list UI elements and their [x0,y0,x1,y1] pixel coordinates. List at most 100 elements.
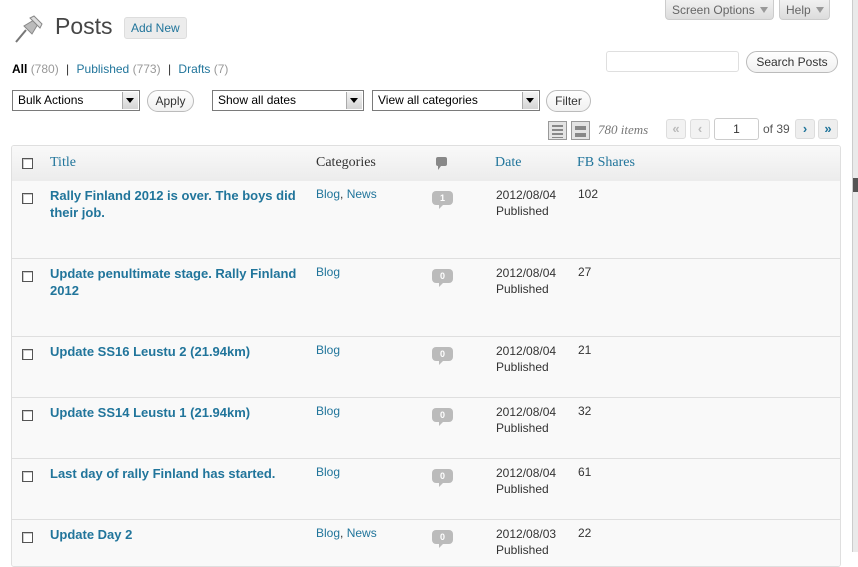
comment-count-bubble[interactable]: 0 [432,530,453,548]
post-fb-shares: 27 [578,265,592,279]
table-row: Update SS14 Leustu 1 (21.94km) Blog 0 2012/… [12,398,840,459]
posts-table: Title Categories Date FB Shares Rally Fi… [11,145,841,567]
comments-icon[interactable] [436,157,447,170]
category-separator: , [340,187,347,201]
apply-button[interactable]: Apply [147,90,194,112]
page-title: Posts [55,13,113,39]
categories-select[interactable]: View all categories [372,90,540,111]
filter-drafts[interactable]: Drafts [178,62,210,76]
post-status: Published [496,282,549,296]
table-header: Title Categories Date FB Shares [12,146,840,182]
category-link[interactable]: News [347,526,377,540]
post-date-value: 2012/08/03 [496,527,557,541]
post-categories: Blog [316,465,340,479]
categories-value: View all categories [378,93,478,107]
search-posts-button[interactable]: Search Posts [746,51,838,73]
post-title-link[interactable]: Last day of rally Finland has started. [50,465,308,482]
category-separator: , [340,526,347,540]
row-checkbox[interactable] [22,271,33,282]
category-link[interactable]: Blog [316,343,340,357]
post-fb-shares: 22 [578,526,592,540]
previous-page-button[interactable]: ‹ [690,119,710,139]
post-date: 2012/08/04 Published [496,465,556,497]
post-title-link[interactable]: Update Day 2 [50,526,308,543]
dropdown-arrow-icon [122,92,138,109]
post-title-link[interactable]: Update penultimate stage. Rally Finland … [50,265,308,299]
current-page-input[interactable]: 1 [714,118,759,140]
scrollbar-thumb[interactable] [853,178,858,192]
post-date: 2012/08/04 Published [496,265,556,297]
post-status: Published [496,543,549,557]
comment-count-bubble[interactable]: 0 [432,469,453,487]
table-row: Update SS16 Leustu 2 (21.94km) Blog 0 2012/… [12,337,840,398]
filter-drafts-count: (7) [213,62,229,76]
filter-button[interactable]: Filter [546,90,591,112]
table-row: Update Day 2 Blog, News 0 2012/08/03 Publish… [12,520,840,566]
excerpt-view-icon[interactable] [571,121,590,140]
dropdown-arrow-icon [346,92,362,109]
window-scrollbar[interactable] [852,0,858,552]
column-title[interactable]: Title [50,155,76,171]
post-title-link[interactable]: Rally Finland 2012 is over. The boys did… [50,187,308,221]
post-date: 2012/08/04 Published [496,187,556,219]
row-checkbox[interactable] [22,349,33,360]
pushpin-icon [15,15,43,43]
filter-all-count: (780) [30,62,59,76]
post-status: Published [496,204,549,218]
row-checkbox[interactable] [22,410,33,421]
screen-options-tab[interactable]: Screen Options [665,0,774,20]
help-tab[interactable]: Help [779,0,830,20]
post-status: Published [496,482,549,496]
table-row: Update penultimate stage. Rally Finland … [12,259,840,337]
post-categories: Blog, News [316,187,377,201]
chevron-down-icon [816,7,824,13]
bulk-actions-select[interactable]: Bulk Actions [12,90,140,111]
list-view-icon[interactable] [548,121,567,140]
dates-value: Show all dates [218,93,297,107]
post-date: 2012/08/03 Published [496,526,556,558]
search-input[interactable] [606,51,739,72]
table-row: Rally Finland 2012 is over. The boys did… [12,181,840,259]
post-categories: Blog [316,404,340,418]
row-checkbox[interactable] [22,193,33,204]
comment-count-bubble[interactable]: 0 [432,269,453,287]
dates-select[interactable]: Show all dates [212,90,364,111]
category-link[interactable]: Blog [316,526,340,540]
row-checkbox[interactable] [22,532,33,543]
row-checkbox[interactable] [22,471,33,482]
category-link[interactable]: Blog [316,265,340,279]
post-date-value: 2012/08/04 [496,466,557,480]
filter-all[interactable]: All [12,62,27,76]
post-title-link[interactable]: Update SS14 Leustu 1 (21.94km) [50,404,308,421]
category-link[interactable]: Blog [316,404,340,418]
post-date-value: 2012/08/04 [496,405,557,419]
column-categories: Categories [316,155,376,170]
post-date-value: 2012/08/04 [496,266,557,280]
comment-count-bubble[interactable]: 0 [432,408,453,426]
add-new-button[interactable]: Add New [124,17,187,39]
category-link[interactable]: Blog [316,465,340,479]
next-page-button[interactable]: › [795,119,815,139]
post-title-link[interactable]: Update SS16 Leustu 2 (21.94km) [50,343,308,360]
post-date: 2012/08/04 Published [496,404,556,436]
column-date[interactable]: Date [495,155,521,171]
comment-count-bubble[interactable]: 0 [432,347,453,365]
bulk-actions-value: Bulk Actions [18,93,84,107]
screen-options-label: Screen Options [672,3,755,17]
filter-published-count: (773) [132,62,161,76]
post-fb-shares: 61 [578,465,592,479]
comment-count-bubble[interactable]: 1 [432,191,453,209]
chevron-down-icon [760,7,768,13]
first-page-button[interactable]: « [666,119,686,139]
category-link[interactable]: News [347,187,377,201]
column-fb-shares[interactable]: FB Shares [577,155,635,171]
items-count: 780 items [598,122,649,137]
post-date-value: 2012/08/04 [496,188,557,202]
select-all-checkbox[interactable] [22,158,33,169]
post-status: Published [496,421,549,435]
post-date-value: 2012/08/04 [496,344,557,358]
category-link[interactable]: Blog [316,187,340,201]
filter-published[interactable]: Published [77,62,130,76]
post-categories: Blog, News [316,526,377,540]
last-page-button[interactable]: » [818,119,838,139]
